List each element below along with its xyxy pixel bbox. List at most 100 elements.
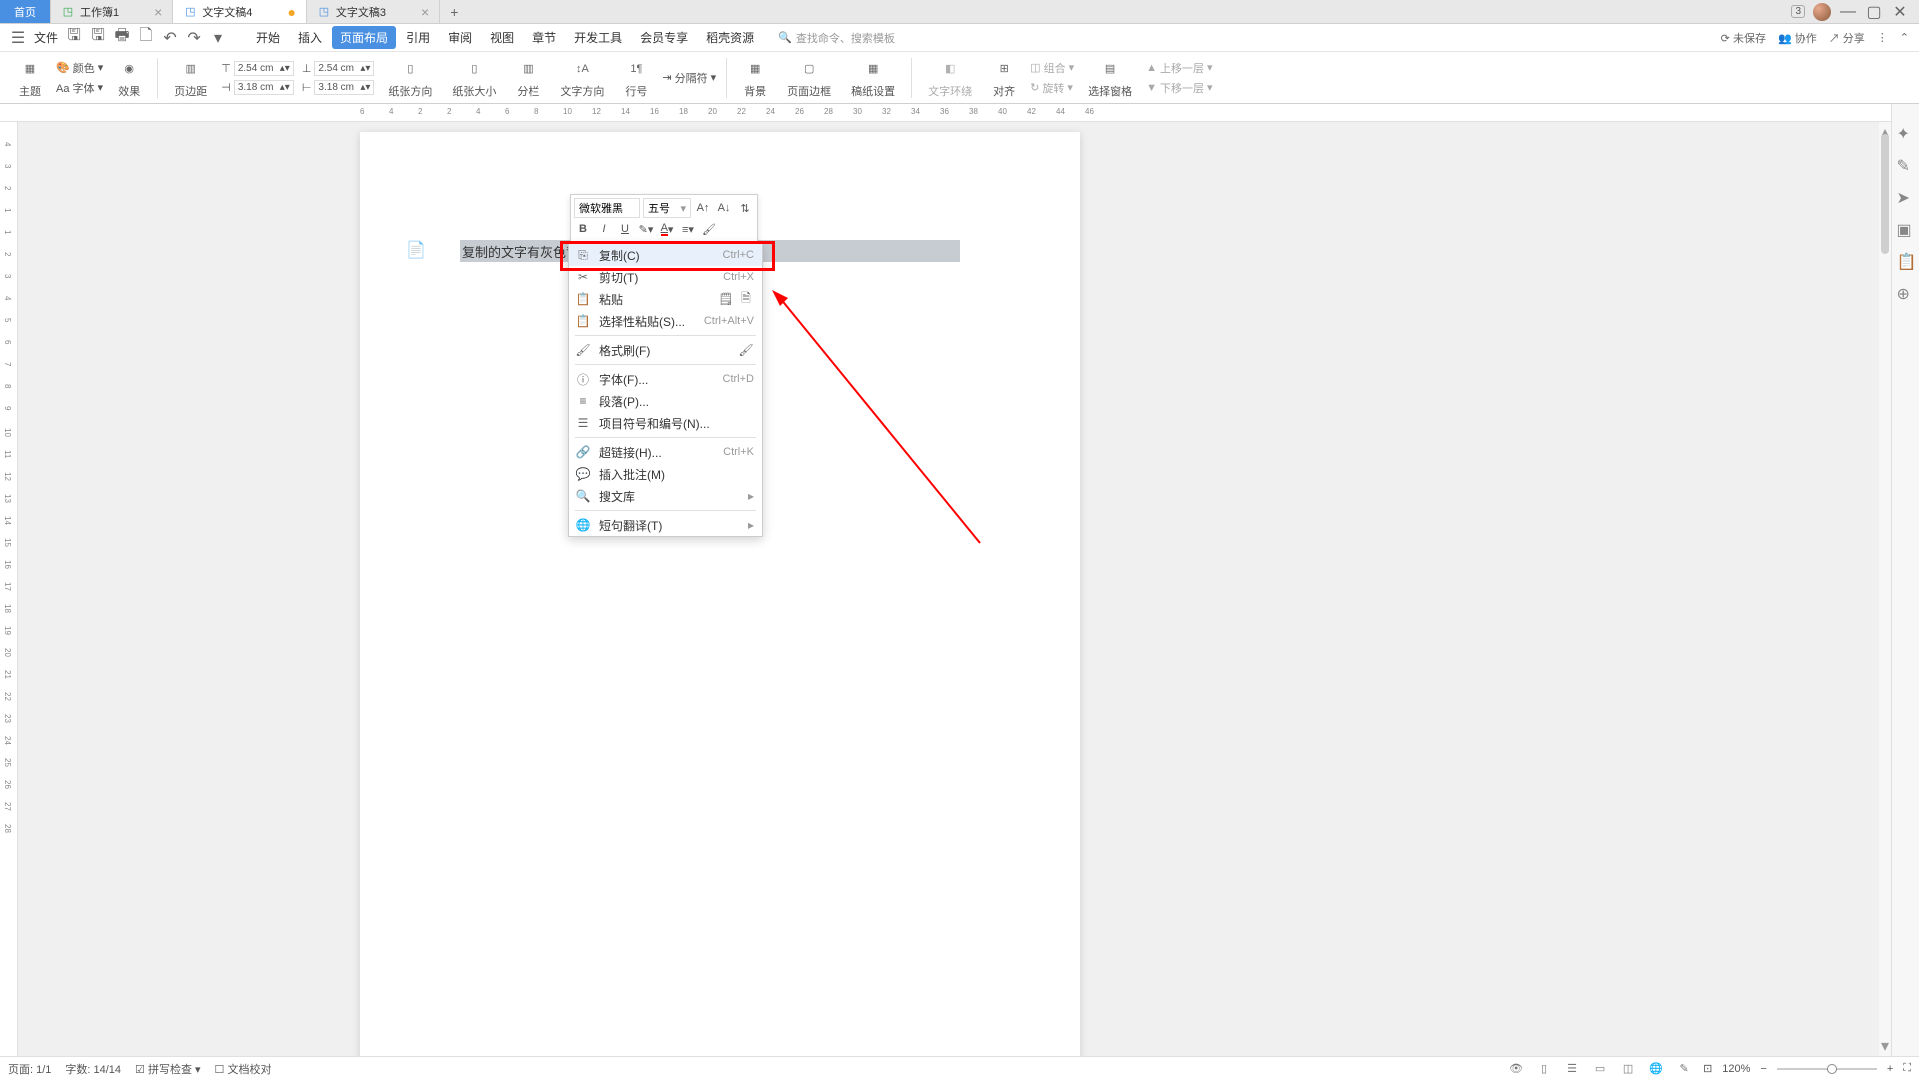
home-tab[interactable]: 首页	[0, 0, 51, 23]
print-preview-icon[interactable]: 🗋	[138, 30, 154, 46]
scroll-down-icon[interactable]: ▾	[1881, 1036, 1889, 1056]
background-button[interactable]: ▦背景	[739, 55, 771, 101]
eye-icon[interactable]: 👁	[1507, 1062, 1525, 1076]
clipboard-icon[interactable]: 📋	[1897, 252, 1915, 270]
text-wrap-button[interactable]: ◧文字环绕	[924, 55, 976, 101]
rotate-button[interactable]: ↻旋转▾	[1028, 79, 1076, 97]
effect-button[interactable]: ◉效果	[113, 55, 145, 101]
underline-icon[interactable]: U	[616, 220, 634, 238]
font-color-icon[interactable]: A▾	[658, 220, 676, 238]
menu-references[interactable]: 引用	[398, 26, 438, 49]
menu-view[interactable]: 视图	[482, 26, 522, 49]
text-direction-button[interactable]: ↕A文字方向	[556, 55, 608, 101]
collab-button[interactable]: 👥 协作	[1778, 30, 1817, 46]
save-icon[interactable]: 🖫	[66, 30, 82, 46]
location-icon[interactable]: ⊕	[1897, 284, 1915, 302]
highlight-icon[interactable]: ✎▾	[637, 220, 655, 238]
pen-icon[interactable]: ✎	[1897, 156, 1915, 174]
color-button[interactable]: 🎨颜色▾	[54, 59, 105, 77]
more-icon[interactable]: ⋮	[1877, 31, 1888, 44]
tools-icon[interactable]: ✎	[1675, 1062, 1693, 1076]
ctx-search-lib[interactable]: 🔍搜文库▸	[569, 485, 762, 507]
menu-sections[interactable]: 章节	[524, 26, 564, 49]
selection-pane-button[interactable]: ▤选择窗格	[1084, 55, 1136, 101]
tab-doc3[interactable]: ◳ 文字文稿3 ×	[307, 0, 440, 23]
ctx-format-painter[interactable]: 🖌格式刷(F)🖌	[569, 339, 762, 361]
line-spacing-icon[interactable]: ⇅	[736, 199, 754, 217]
proofing-toggle[interactable]: ☐ 文档校对	[215, 1061, 272, 1077]
send-backward-button[interactable]: ▼下移一层▾	[1144, 79, 1214, 97]
assistant-icon[interactable]: ✦	[1897, 124, 1915, 142]
grow-font-icon[interactable]: A↑	[694, 199, 712, 217]
bring-forward-button[interactable]: ▲上移一层▾	[1144, 59, 1214, 77]
unsaved-indicator[interactable]: ⟳ 未保存	[1721, 30, 1766, 46]
globe-icon[interactable]: 🌐	[1647, 1062, 1665, 1076]
italic-icon[interactable]: I	[595, 220, 613, 238]
ctx-cut[interactable]: ✂剪切(T)Ctrl+X	[569, 266, 762, 288]
word-count[interactable]: 字数: 14/14	[65, 1061, 121, 1077]
collapse-ribbon-icon[interactable]: ⌃	[1900, 31, 1909, 44]
orientation-button[interactable]: ▯纸张方向	[384, 55, 436, 101]
fullscreen-icon[interactable]: ⛶	[1903, 1062, 1911, 1075]
line-number-button[interactable]: 1¶行号	[620, 55, 652, 101]
ctx-comment[interactable]: 💬插入批注(M)	[569, 463, 762, 485]
redo-icon[interactable]: ↷	[186, 30, 202, 46]
ctx-link[interactable]: 🔗超链接(H)...Ctrl+K	[569, 441, 762, 463]
outline-view-icon[interactable]: ☰	[1563, 1062, 1581, 1076]
web-view-icon[interactable]: ◫	[1619, 1062, 1637, 1076]
page-view-icon[interactable]: ▯	[1535, 1062, 1553, 1076]
zoom-slider[interactable]	[1777, 1068, 1877, 1070]
tab-doc4[interactable]: ◳ 文字文稿4 ●	[173, 0, 307, 23]
print-icon[interactable]: 🖶	[114, 30, 130, 46]
minimize-icon[interactable]: —	[1839, 5, 1857, 19]
spell-check-toggle[interactable]: ☑ 拼写检查 ▾	[135, 1061, 201, 1077]
ctx-copy[interactable]: ⎘复制(C)Ctrl+C	[569, 244, 762, 266]
read-view-icon[interactable]: ▭	[1591, 1062, 1609, 1076]
maximize-icon[interactable]: ▢	[1865, 5, 1883, 19]
toolbox-icon[interactable]: ▣	[1897, 220, 1915, 238]
horizontal-ruler[interactable]: 6422468101214161820222426283032343638404…	[0, 104, 1919, 122]
paste-text-only-icon[interactable]: 🗎	[738, 291, 754, 307]
menu-start[interactable]: 开始	[248, 26, 288, 49]
ctx-bullets[interactable]: ☰项目符号和编号(N)...	[569, 412, 762, 434]
font-family-select[interactable]: 微软雅黑	[574, 198, 640, 218]
paste-keep-format-icon[interactable]: 🗒	[718, 291, 734, 307]
tab-workbook1[interactable]: ◳ 工作簿1 ×	[51, 0, 173, 23]
ctx-paste[interactable]: 📋粘贴🗒🗎	[569, 288, 762, 310]
zoom-out-icon[interactable]: −	[1760, 1063, 1766, 1075]
menu-review[interactable]: 审阅	[440, 26, 480, 49]
menu-resources[interactable]: 稻壳资源	[698, 26, 762, 49]
tab-close-icon[interactable]: ×	[421, 4, 429, 20]
shrink-font-icon[interactable]: A↓	[715, 199, 733, 217]
zoom-in-icon[interactable]: +	[1887, 1063, 1893, 1075]
save-as-icon[interactable]: 🖫	[90, 30, 106, 46]
tab-count-badge[interactable]: 3	[1791, 5, 1805, 18]
share-button[interactable]: ↗ 分享	[1829, 30, 1865, 46]
zoom-fit-icon[interactable]: ⊡	[1703, 1062, 1712, 1075]
vertical-ruler[interactable]: 4321123456789101112131415161718192021222…	[0, 122, 18, 1056]
menu-devtools[interactable]: 开发工具	[566, 26, 630, 49]
paper-size-button[interactable]: ▯纸张大小	[448, 55, 500, 101]
zoom-level[interactable]: 120%	[1722, 1063, 1750, 1075]
hamburger-icon[interactable]: ☰	[10, 30, 26, 46]
font-size-select[interactable]: 五号▾	[643, 198, 691, 218]
new-tab-button[interactable]: +	[440, 0, 468, 23]
search-box[interactable]: 🔍 查找命令、搜索模板	[778, 30, 895, 46]
ctx-font[interactable]: ⓘ字体(F)...Ctrl+D	[569, 368, 762, 390]
font-button[interactable]: Aa 字体▾	[54, 79, 105, 97]
menu-vip[interactable]: 会员专享	[632, 26, 696, 49]
group-button[interactable]: ◫组合▾	[1028, 59, 1076, 77]
bold-icon[interactable]: B	[574, 220, 592, 238]
breaks-button[interactable]: ⇥分隔符▾	[660, 69, 718, 87]
theme-button[interactable]: ▦主题	[14, 55, 46, 101]
ctx-para[interactable]: ≡段落(P)...	[569, 390, 762, 412]
vertical-scrollbar[interactable]: ▴ ▾	[1879, 122, 1891, 1056]
format-painter-extra-icon[interactable]: 🖌	[738, 342, 754, 358]
avatar[interactable]	[1813, 3, 1831, 21]
margins-button[interactable]: ▥页边距	[170, 55, 211, 101]
undo-icon[interactable]: ↶	[162, 30, 178, 46]
scroll-thumb[interactable]	[1881, 134, 1889, 254]
page-border-button[interactable]: ▢页面边框	[783, 55, 835, 101]
ctx-paste-special[interactable]: 📋选择性粘贴(S)...Ctrl+Alt+V	[569, 310, 762, 332]
ctx-translate[interactable]: 🌐短句翻译(T)▸	[569, 514, 762, 536]
